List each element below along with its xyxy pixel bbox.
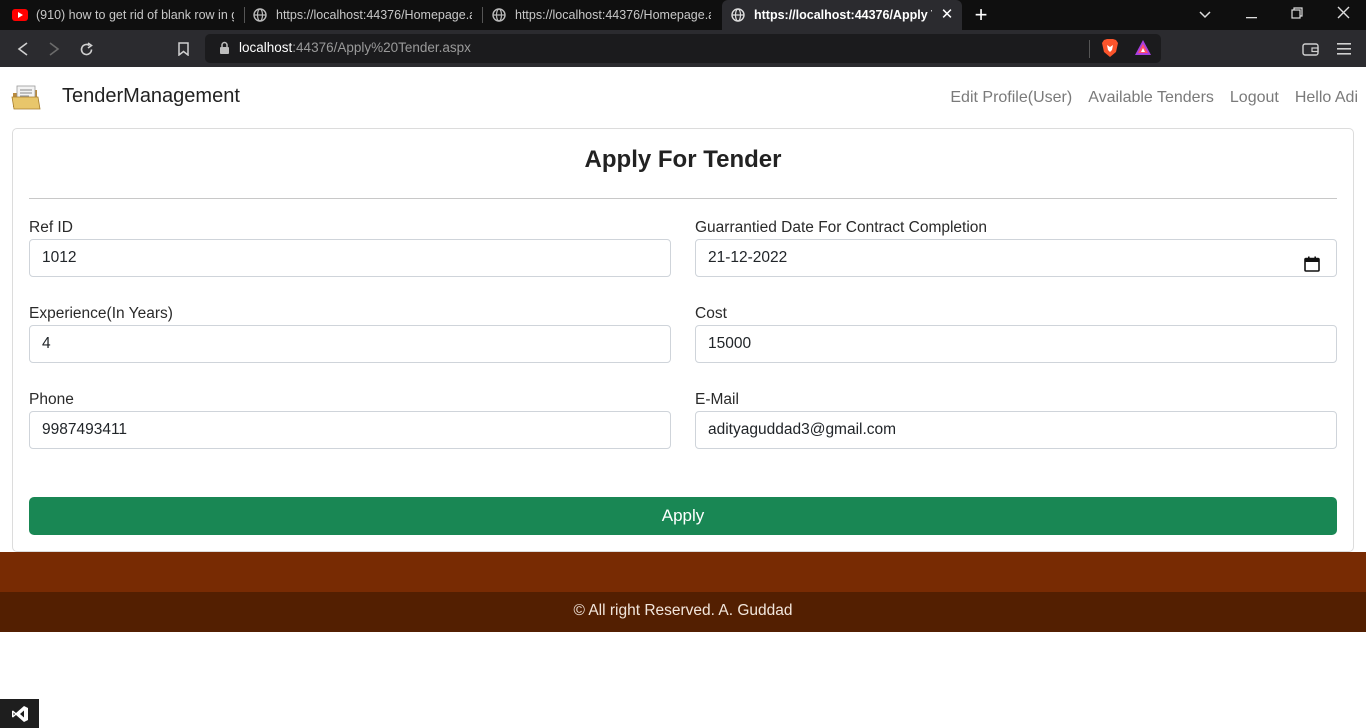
nav-link-available-tenders[interactable]: Available Tenders [1088, 89, 1214, 107]
back-arrow-icon[interactable] [12, 38, 34, 60]
web-page: TenderManagement Edit Profile(User) Avai… [0, 67, 1366, 728]
site-navbar: TenderManagement Edit Profile(User) Avai… [0, 67, 1366, 128]
browser-tab-active[interactable]: https://localhost:44376/Apply Ten ✕ [722, 0, 962, 30]
footer-top-band [0, 552, 1366, 592]
close-window-button[interactable] [1320, 0, 1366, 30]
globe-icon [491, 7, 507, 23]
url-path: :44376/Apply%20Tender.aspx [292, 40, 471, 55]
completion-date-label: Guarrantied Date For Contract Completion [695, 219, 988, 236]
cost-input[interactable]: 15000 [695, 325, 1337, 363]
brand-name[interactable]: TenderManagement [62, 85, 240, 108]
new-tab-button[interactable]: + [970, 3, 992, 27]
nav-links: Edit Profile(User) Available Tenders Log… [950, 89, 1358, 107]
tab-title: (910) how to get rid of blank row in gr [36, 8, 234, 22]
phone-input[interactable]: 9987493411 [29, 411, 671, 449]
globe-icon [252, 7, 268, 23]
email-input[interactable]: adityaguddad3@gmail.com [695, 411, 1337, 449]
browser-toolbar: localhost:44376/Apply%20Tender.aspx [0, 30, 1366, 67]
tab-title: https://localhost:44376/Homepage.asp [515, 8, 711, 22]
close-tab-icon[interactable]: ✕ [938, 6, 956, 24]
forward-arrow-icon[interactable] [43, 38, 65, 60]
globe-icon [730, 7, 746, 23]
reload-icon[interactable] [75, 38, 97, 60]
ref-id-input[interactable]: 1012 [29, 239, 671, 277]
lock-icon [219, 41, 230, 60]
bookmark-icon[interactable] [172, 38, 194, 60]
experience-input[interactable]: 4 [29, 325, 671, 363]
experience-label: Experience(In Years) [29, 305, 173, 322]
calendar-icon[interactable] [1304, 250, 1320, 286]
phone-label: Phone [29, 391, 74, 408]
wallet-icon[interactable] [1299, 38, 1321, 60]
address-bar[interactable]: localhost:44376/Apply%20Tender.aspx [205, 34, 1161, 63]
folder-logo-icon[interactable] [11, 83, 41, 116]
youtube-icon [12, 7, 28, 23]
ref-id-label: Ref ID [29, 219, 73, 236]
cost-label: Cost [695, 305, 727, 322]
completion-date-value: 21-12-2022 [708, 249, 788, 266]
email-label: E-Mail [695, 391, 739, 408]
restore-button[interactable] [1274, 0, 1320, 30]
apply-tender-card: Apply For Tender Ref ID 1012 Guarrantied… [12, 128, 1354, 552]
tab-search-chevron-icon[interactable] [1182, 0, 1228, 30]
divider [29, 198, 1337, 199]
brave-shields-icon[interactable] [1101, 38, 1119, 63]
browser-tab-bar: (910) how to get rid of blank row in gr … [0, 0, 1366, 30]
completion-date-input[interactable]: 21-12-2022 [695, 239, 1337, 277]
apply-button[interactable]: Apply [29, 497, 1337, 535]
tab-title: https://localhost:44376/Homepage.asp [276, 8, 472, 22]
browser-tab[interactable]: https://localhost:44376/Homepage.asp [244, 0, 480, 30]
minimize-button[interactable] [1228, 0, 1274, 30]
brave-rewards-icon[interactable] [1134, 39, 1152, 61]
browser-tab[interactable]: https://localhost:44376/Homepage.asp [483, 0, 719, 30]
visual-studio-icon[interactable] [0, 699, 39, 728]
browser-tab[interactable]: (910) how to get rid of blank row in gr [4, 0, 242, 30]
url-host: localhost [239, 40, 293, 55]
url-text: localhost:44376/Apply%20Tender.aspx [239, 40, 471, 55]
footer: © All right Reserved. A. Guddad [0, 592, 1366, 632]
address-bar-divider [1089, 40, 1090, 58]
nav-link-edit-profile[interactable]: Edit Profile(User) [950, 89, 1072, 107]
footer-copyright: © All right Reserved. A. Guddad [573, 602, 793, 619]
tab-title: https://localhost:44376/Apply Ten [754, 8, 932, 22]
nav-link-logout[interactable]: Logout [1230, 89, 1279, 107]
nav-greeting[interactable]: Hello Adi [1295, 89, 1358, 107]
page-title: Apply For Tender [584, 146, 782, 173]
menu-icon[interactable] [1333, 38, 1355, 60]
